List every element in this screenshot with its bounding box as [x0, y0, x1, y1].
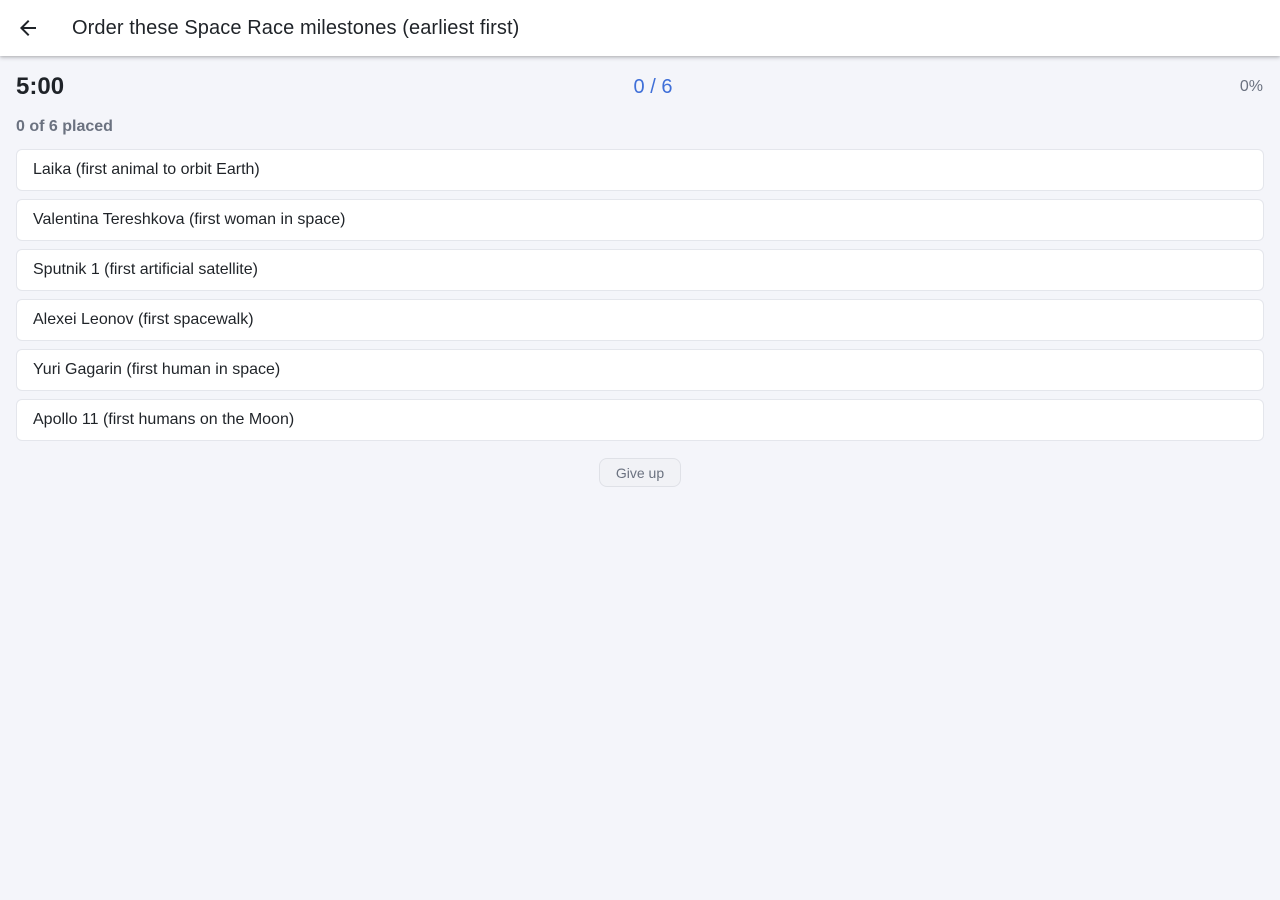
arrow-left-icon — [20, 20, 36, 36]
milestone-list: Laika (first animal to orbit Earth) Vale… — [16, 149, 1264, 449]
percent-complete: 0% — [1239, 78, 1263, 95]
list-item[interactable]: Apollo 11 (first humans on the Moon) — [16, 399, 1264, 441]
list-item[interactable]: Yuri Gagarin (first human in space) — [16, 349, 1264, 391]
status-row: 5:00 0 / 6 0% — [16, 72, 1264, 102]
back-button[interactable] — [0, 0, 56, 56]
list-item[interactable]: Sputnik 1 (first artificial satellite) — [16, 249, 1264, 291]
list-item[interactable]: Laika (first animal to orbit Earth) — [16, 149, 1264, 191]
list-item[interactable]: Valentina Tereshkova (first woman in spa… — [16, 199, 1264, 241]
list-item[interactable]: Alexei Leonov (first spacewalk) — [16, 299, 1264, 341]
page-title: Order these Space Race milestones (earli… — [72, 17, 520, 39]
give-up-button[interactable]: Give up — [598, 458, 682, 487]
give-up-container: Give up — [0, 458, 1280, 487]
placed-count: 0 of 6 placed — [16, 118, 113, 135]
score-counter: 0 / 6 — [633, 76, 673, 98]
app-bar: Order these Space Race milestones (earli… — [0, 0, 1280, 56]
